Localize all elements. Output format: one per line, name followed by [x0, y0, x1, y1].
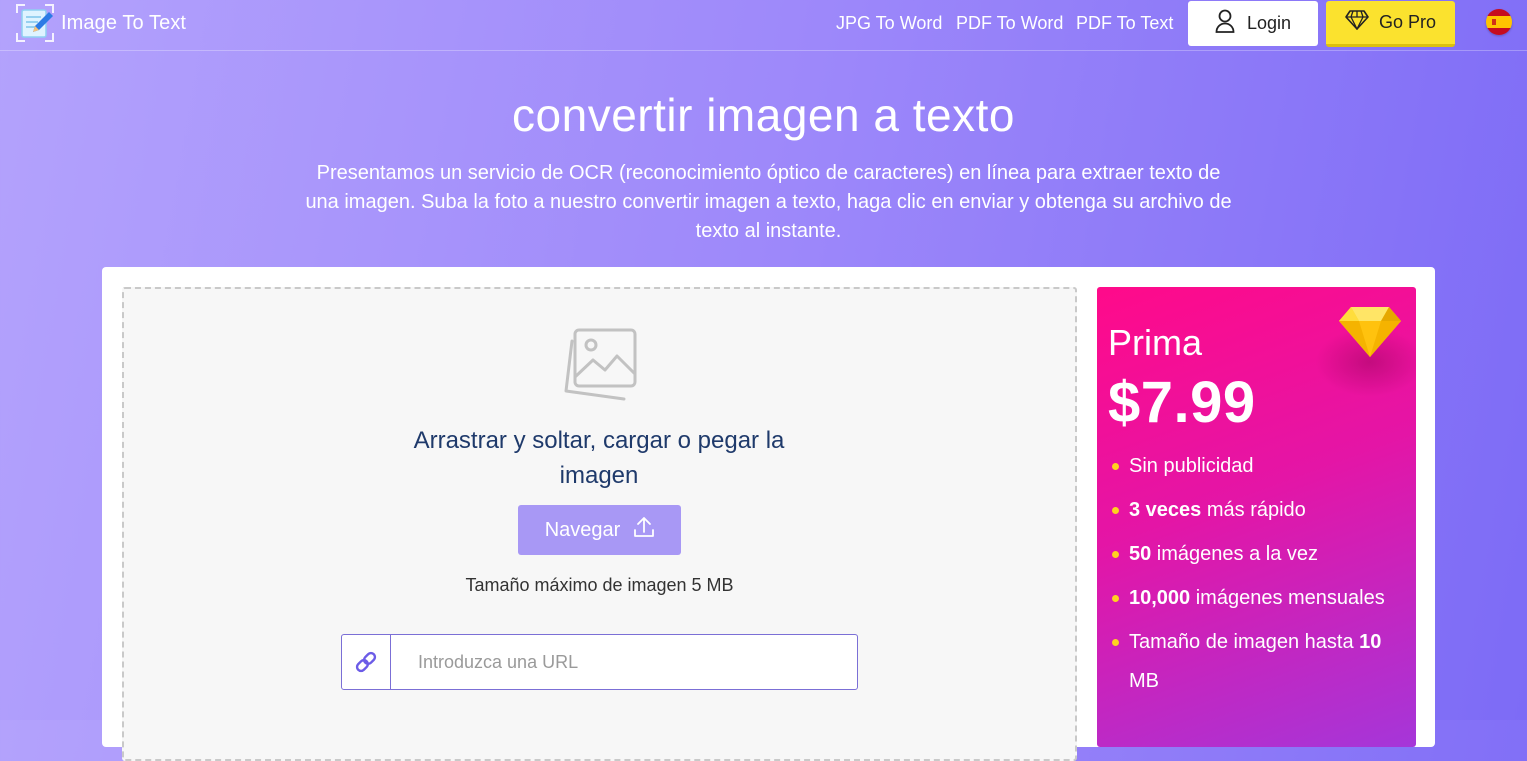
notepad-pencil-icon [16, 4, 54, 42]
feature-item: 3 veces más rápido [1109, 491, 1409, 530]
browse-label: Navegar [544, 518, 621, 541]
gem-icon [1337, 301, 1403, 361]
feature-item: Tamaño de imagen hasta 10 MB [1109, 623, 1409, 701]
diamond-icon [1345, 10, 1369, 35]
premium-title: Prima [1108, 322, 1203, 363]
user-icon [1215, 9, 1235, 38]
brand-logo-link[interactable]: Image To Text [16, 4, 186, 42]
browse-button[interactable]: Navegar [518, 505, 681, 555]
link-icon[interactable] [342, 635, 391, 689]
page-description: Presentamos un servicio de OCR (reconoci… [305, 162, 1232, 242]
nav-jpg-to-word[interactable]: JPG To Word [836, 13, 942, 34]
upload-icon [634, 516, 655, 544]
spain-flag-icon[interactable] [1486, 9, 1512, 35]
image-gallery-icon [560, 327, 640, 401]
nav-pdf-to-word[interactable]: PDF To Word [956, 13, 1063, 34]
max-size-note: Tamaño máximo de imagen 5 MB [465, 575, 734, 595]
dropzone-title: Arrastrar y soltar, cargar o pegar la im… [413, 427, 785, 489]
brand-name: Image To Text [61, 11, 187, 34]
premium-features: Sin publicidad 3 veces más rápido 50 imá… [1109, 447, 1409, 706]
url-input[interactable] [391, 641, 857, 683]
top-nav-bar: Image To Text JPG To Word PDF To Word PD… [0, 0, 1527, 51]
url-input-group [341, 634, 858, 690]
feature-item: Sin publicidad [1109, 447, 1409, 486]
premium-price: $7.99 [1108, 370, 1256, 435]
go-pro-button[interactable]: Go Pro [1326, 1, 1455, 47]
upload-dropzone[interactable]: Arrastrar y soltar, cargar o pegar la im… [122, 287, 1077, 761]
login-button[interactable]: Login [1188, 1, 1318, 46]
feature-item: 50 imágenes a la vez [1109, 535, 1409, 574]
premium-panel: Prima $7.99 Sin publicidad 3 veces más r… [1097, 287, 1416, 747]
page-title: convertir imagen a texto [512, 89, 1015, 141]
go-pro-label: Go Pro [1378, 12, 1437, 32]
feature-item: 10,000 imágenes mensuales [1109, 579, 1409, 618]
converter-card: Arrastrar y soltar, cargar o pegar la im… [102, 267, 1435, 761]
login-label: Login [1246, 13, 1292, 33]
nav-pdf-to-text[interactable]: PDF To Text [1076, 13, 1173, 34]
